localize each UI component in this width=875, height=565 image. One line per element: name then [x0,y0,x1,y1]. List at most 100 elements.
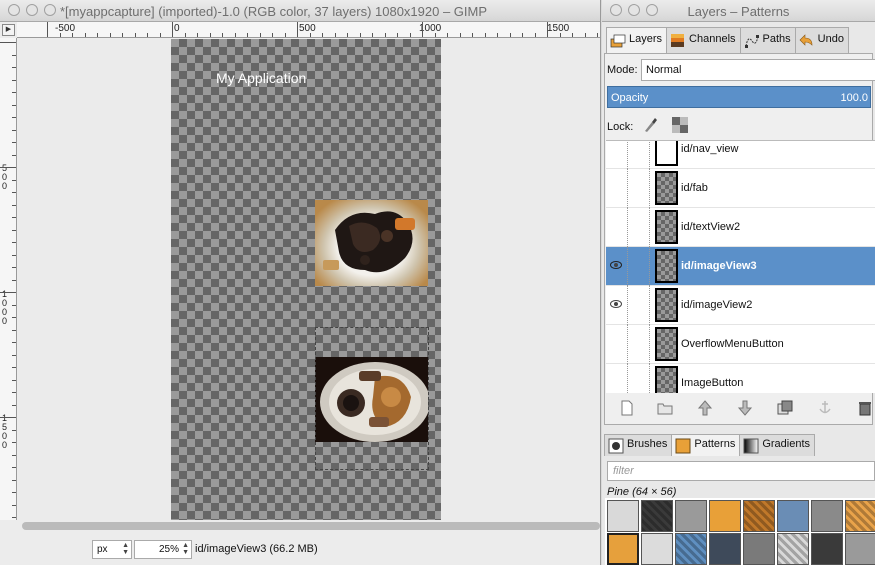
layer-thumbnail [655,249,678,283]
layer-name[interactable]: id/fab [681,182,708,194]
horizontal-scrollbar[interactable] [22,522,600,530]
layer-visibility-toggle[interactable] [606,141,628,169]
unit-spinner-icon[interactable]: ▲ ▼ [122,542,129,556]
tab-brushes[interactable]: Brushes [604,434,673,456]
pattern-swatch[interactable] [743,500,775,532]
delete-layer-icon[interactable] [856,399,874,417]
pattern-swatch[interactable] [675,500,707,532]
tab-channels[interactable]: Channels [666,27,741,53]
layer-visibility-toggle[interactable] [606,286,628,325]
layers-list[interactable]: id/nav_view id/fab id/textView2 id/image… [606,140,875,393]
lower-layer-icon[interactable] [736,399,754,417]
pattern-swatch[interactable] [845,500,875,532]
tab-gradients[interactable]: Gradients [739,434,816,456]
layer-name[interactable]: id/nav_view [681,143,738,155]
raise-layer-icon[interactable] [696,399,714,417]
layer-row[interactable]: id/nav_view [606,141,875,169]
mode-select[interactable]: Normal [641,59,875,81]
image-canvas[interactable]: My Application [18,39,600,520]
layer-chain-toggle[interactable] [628,169,650,208]
layer-name[interactable]: id/imageView2 [681,299,752,311]
ruler-tick [12,254,16,256]
tab-patterns[interactable]: Patterns [671,434,741,456]
opacity-value: 100.0 [840,92,868,104]
ruler-tick [572,33,573,37]
layer-name[interactable]: OverflowMenuButton [681,338,784,350]
layer-row[interactable]: id/textView2 [606,208,875,247]
pattern-swatch[interactable] [777,500,809,532]
close-window-button[interactable] [8,4,20,16]
pattern-swatch[interactable] [743,533,775,565]
pattern-grid[interactable] [605,498,875,565]
pattern-swatch[interactable] [777,533,809,565]
ruler-tick [12,504,16,506]
pattern-filter-input[interactable]: filter [607,461,875,481]
tab-layers[interactable]: Layers [606,27,668,53]
ruler-tick [434,33,436,37]
layer-chain-toggle[interactable] [628,247,650,286]
layer-chain-toggle[interactable] [628,364,650,393]
image-window: *[myappcapture] (imported)-1.0 (RGB colo… [0,0,601,565]
minimize-window-button[interactable] [26,4,38,16]
quick-mask-toggle-icon[interactable]: ▶ [2,24,15,36]
layer-name[interactable]: id/textView2 [681,221,740,233]
layer-chain-toggle[interactable] [628,141,650,169]
lock-pixels-brush-icon[interactable] [642,117,658,133]
opacity-slider[interactable]: Opacity 100.0 [607,86,871,108]
layer-chain-toggle[interactable] [628,286,650,325]
duplicate-layer-icon[interactable] [776,399,794,417]
layer-buttons-bar [610,399,872,419]
lock-label: Lock: [607,121,634,133]
pattern-swatch[interactable] [709,500,741,532]
ruler-label: 1500 [1,413,7,450]
tab-label: Layers [629,33,663,45]
ruler-tick [197,33,198,37]
tab-paths[interactable]: Paths [739,27,796,53]
zoom-spinner-icon[interactable]: ▲ ▼ [182,542,189,556]
layer-name[interactable]: id/imageView3 [681,260,757,272]
layer-thumbnail [655,327,678,361]
ruler-tick [12,317,16,318]
zoom-window-button[interactable] [44,4,56,16]
pattern-swatch[interactable] [709,533,741,565]
layer-visibility-toggle[interactable] [606,247,628,286]
layer-row-selected[interactable]: id/imageView3 [606,247,875,286]
layer-chain-toggle[interactable] [628,325,650,364]
tab-undo[interactable]: Undo [794,27,849,53]
ruler-tick [222,33,223,37]
pattern-swatch[interactable] [641,500,673,532]
ruler-tick [12,479,16,481]
layer-visibility-toggle[interactable] [606,364,628,393]
ruler-tick [12,79,16,81]
new-group-icon[interactable] [656,399,674,417]
horizontal-ruler[interactable]: -500 0 500 1000 1500 [17,22,600,38]
status-layer-info: id/imageView3 (66.2 MB) [195,543,318,555]
vertical-ruler[interactable]: 500 1000 1500 [0,38,17,520]
layer-visibility-toggle[interactable] [606,169,628,208]
pattern-swatch[interactable] [811,500,843,532]
pattern-swatch[interactable] [641,533,673,565]
pattern-swatch-selected[interactable] [607,533,639,565]
layer-row[interactable]: ImageButton [606,364,875,393]
ruler-tick [12,267,16,268]
undo-icon [799,34,812,46]
layer-name[interactable]: ImageButton [681,377,743,389]
layer-row[interactable]: id/fab [606,169,875,208]
layer-row[interactable]: OverflowMenuButton [606,325,875,364]
pattern-swatch[interactable] [675,533,707,565]
pattern-swatch[interactable] [845,533,875,565]
new-layer-icon[interactable] [618,399,636,417]
pattern-swatch[interactable] [607,500,639,532]
layer-row[interactable]: id/imageView2 [606,286,875,325]
layer-visibility-toggle[interactable] [606,208,628,247]
ruler-tick [12,104,16,106]
lock-alpha-checker-icon[interactable] [672,117,688,133]
unit-select[interactable]: px ▲ ▼ [92,540,132,559]
food-photo-image-view2 [315,200,428,286]
ruler-tick [59,33,61,37]
anchor-layer-icon[interactable] [816,399,834,417]
pattern-swatch[interactable] [811,533,843,565]
layer-visibility-toggle[interactable] [606,325,628,364]
layer-chain-toggle[interactable] [628,208,650,247]
zoom-select[interactable]: 25% ▲ ▼ [134,540,192,559]
